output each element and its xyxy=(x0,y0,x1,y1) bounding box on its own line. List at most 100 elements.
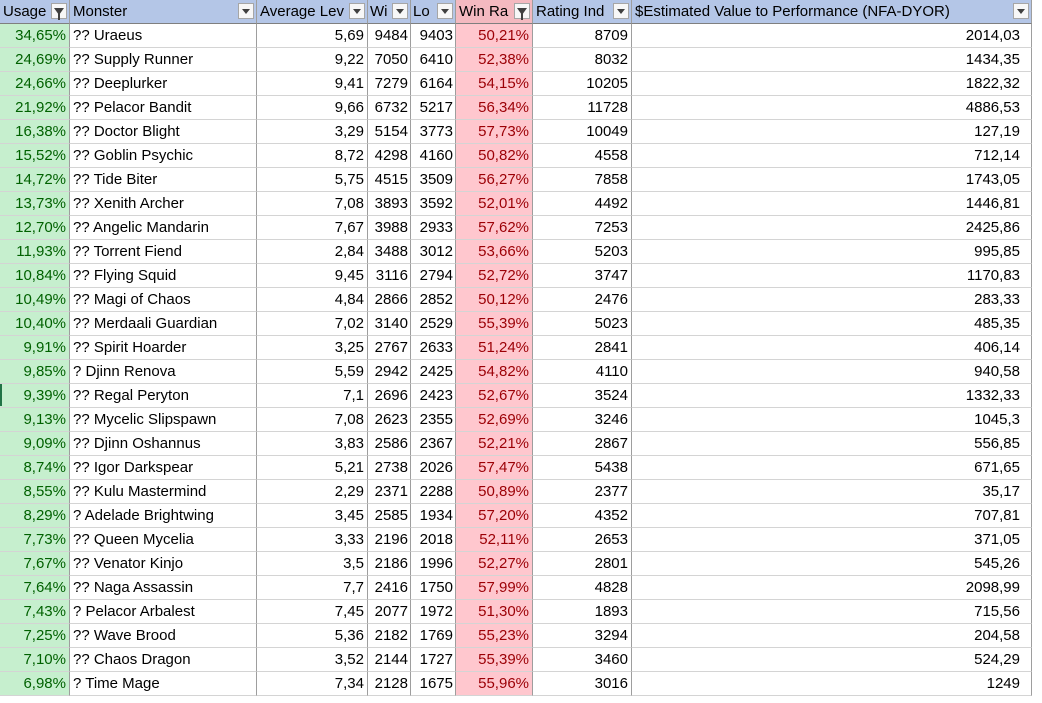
cell-monster[interactable]: ?? Xenith Archer xyxy=(70,192,257,216)
cell-win-rate[interactable]: 51,24% xyxy=(456,336,533,360)
cell-monster[interactable]: ? Time Mage xyxy=(70,672,257,696)
dropdown-arrow-icon[interactable] xyxy=(238,3,254,19)
cell-estimated-value[interactable]: 1743,05 xyxy=(632,168,1032,192)
cell-rating-index[interactable]: 2377 xyxy=(533,480,632,504)
cell-usage[interactable]: 10,49% xyxy=(0,288,70,312)
table-row[interactable]: 7,43%? Pelacor Arbalest 7,45 2077 1972 51,30… xyxy=(0,600,1042,624)
cell-estimated-value[interactable]: 671,65 xyxy=(632,456,1032,480)
header-usage[interactable]: Usage xyxy=(0,0,70,24)
cell-estimated-value[interactable]: 4886,53 xyxy=(632,96,1032,120)
cell-estimated-value[interactable]: 1332,33 xyxy=(632,384,1032,408)
cell-wins[interactable]: 2696 xyxy=(368,384,411,408)
cell-win-rate[interactable]: 50,82% xyxy=(456,144,533,168)
cell-estimated-value[interactable]: 283,33 xyxy=(632,288,1032,312)
cell-monster[interactable]: ?? Torrent Fiend xyxy=(70,240,257,264)
cell-losses[interactable]: 1996 xyxy=(411,552,456,576)
cell-win-rate[interactable]: 55,23% xyxy=(456,624,533,648)
header-rating-index[interactable]: Rating Ind xyxy=(533,0,632,24)
cell-average-level[interactable]: 9,41 xyxy=(257,72,368,96)
table-row[interactable]: 7,67%?? Venator Kinjo 3,5 2186 1996 52,27% 28… xyxy=(0,552,1042,576)
cell-losses[interactable]: 3773 xyxy=(411,120,456,144)
cell-losses[interactable]: 2355 xyxy=(411,408,456,432)
cell-average-level[interactable]: 9,66 xyxy=(257,96,368,120)
cell-usage[interactable]: 10,40% xyxy=(0,312,70,336)
cell-usage[interactable]: 8,74% xyxy=(0,456,70,480)
cell-losses[interactable]: 1934 xyxy=(411,504,456,528)
cell-average-level[interactable]: 7,7 xyxy=(257,576,368,600)
cell-monster[interactable]: ?? Chaos Dragon xyxy=(70,648,257,672)
cell-average-level[interactable]: 7,08 xyxy=(257,192,368,216)
cell-win-rate[interactable]: 52,21% xyxy=(456,432,533,456)
cell-estimated-value[interactable]: 1822,32 xyxy=(632,72,1032,96)
cell-win-rate[interactable]: 50,89% xyxy=(456,480,533,504)
cell-estimated-value[interactable]: 2425,86 xyxy=(632,216,1032,240)
table-row[interactable]: 21,92%?? Pelacor Bandit 9,66 6732 5217 56,34… xyxy=(0,96,1042,120)
cell-usage[interactable]: 24,66% xyxy=(0,72,70,96)
cell-rating-index[interactable]: 3524 xyxy=(533,384,632,408)
table-row[interactable]: 8,55%?? Kulu Mastermind 2,29 2371 2288 50,89… xyxy=(0,480,1042,504)
dropdown-arrow-icon[interactable] xyxy=(1013,3,1029,19)
cell-monster[interactable]: ?? Naga Assassin xyxy=(70,576,257,600)
cell-win-rate[interactable]: 55,96% xyxy=(456,672,533,696)
cell-losses[interactable]: 2529 xyxy=(411,312,456,336)
dropdown-arrow-icon[interactable] xyxy=(437,3,453,19)
cell-average-level[interactable]: 7,34 xyxy=(257,672,368,696)
table-row[interactable]: 16,38%?? Doctor Blight 3,29 5154 3773 57,73%… xyxy=(0,120,1042,144)
cell-monster[interactable]: ?? Wave Brood xyxy=(70,624,257,648)
cell-monster[interactable]: ?? Merdaali Guardian xyxy=(70,312,257,336)
cell-wins[interactable]: 2077 xyxy=(368,600,411,624)
cell-average-level[interactable]: 5,69 xyxy=(257,24,368,48)
cell-average-level[interactable]: 5,36 xyxy=(257,624,368,648)
cell-losses[interactable]: 2633 xyxy=(411,336,456,360)
cell-losses[interactable]: 9403 xyxy=(411,24,456,48)
cell-usage[interactable]: 9,09% xyxy=(0,432,70,456)
cell-usage[interactable]: 8,55% xyxy=(0,480,70,504)
cell-losses[interactable]: 2288 xyxy=(411,480,456,504)
cell-wins[interactable]: 4298 xyxy=(368,144,411,168)
cell-usage[interactable]: 8,29% xyxy=(0,504,70,528)
dropdown-arrow-icon[interactable] xyxy=(349,3,365,19)
cell-usage[interactable]: 12,70% xyxy=(0,216,70,240)
cell-monster[interactable]: ?? Venator Kinjo xyxy=(70,552,257,576)
cell-rating-index[interactable]: 4110 xyxy=(533,360,632,384)
cell-win-rate[interactable]: 52,69% xyxy=(456,408,533,432)
cell-average-level[interactable]: 7,08 xyxy=(257,408,368,432)
cell-rating-index[interactable]: 2801 xyxy=(533,552,632,576)
cell-win-rate[interactable]: 55,39% xyxy=(456,312,533,336)
cell-average-level[interactable]: 3,5 xyxy=(257,552,368,576)
cell-estimated-value[interactable]: 556,85 xyxy=(632,432,1032,456)
cell-rating-index[interactable]: 3016 xyxy=(533,672,632,696)
header-losses[interactable]: Lo xyxy=(411,0,456,24)
cell-losses[interactable]: 1675 xyxy=(411,672,456,696)
cell-monster[interactable]: ?? Uraeus xyxy=(70,24,257,48)
cell-usage[interactable]: 15,52% xyxy=(0,144,70,168)
cell-average-level[interactable]: 5,59 xyxy=(257,360,368,384)
cell-average-level[interactable]: 3,25 xyxy=(257,336,368,360)
cell-rating-index[interactable]: 4352 xyxy=(533,504,632,528)
cell-monster[interactable]: ?? Supply Runner xyxy=(70,48,257,72)
cell-rating-index[interactable]: 5438 xyxy=(533,456,632,480)
cell-losses[interactable]: 3012 xyxy=(411,240,456,264)
cell-average-level[interactable]: 8,72 xyxy=(257,144,368,168)
cell-losses[interactable]: 1750 xyxy=(411,576,456,600)
cell-wins[interactable]: 2738 xyxy=(368,456,411,480)
table-row[interactable]: 6,98%? Time Mage 7,34 2128 1675 55,96% 3016 12… xyxy=(0,672,1042,696)
cell-monster[interactable]: ?? Djinn Oshannus xyxy=(70,432,257,456)
cell-wins[interactable]: 9484 xyxy=(368,24,411,48)
cell-average-level[interactable]: 3,29 xyxy=(257,120,368,144)
cell-usage[interactable]: 7,73% xyxy=(0,528,70,552)
cell-usage[interactable]: 9,85% xyxy=(0,360,70,384)
cell-usage[interactable]: 34,65% xyxy=(0,24,70,48)
cell-rating-index[interactable]: 11728 xyxy=(533,96,632,120)
table-row[interactable]: 7,73%?? Queen Mycelia 3,33 2196 2018 52,11% 2… xyxy=(0,528,1042,552)
cell-wins[interactable]: 2942 xyxy=(368,360,411,384)
cell-estimated-value[interactable]: 35,17 xyxy=(632,480,1032,504)
cell-usage[interactable]: 10,84% xyxy=(0,264,70,288)
cell-usage[interactable]: 6,98% xyxy=(0,672,70,696)
cell-win-rate[interactable]: 50,21% xyxy=(456,24,533,48)
header-monster[interactable]: Monster xyxy=(70,0,257,24)
table-row[interactable]: 15,52%?? Goblin Psychic 8,72 4298 4160 50,82… xyxy=(0,144,1042,168)
cell-rating-index[interactable]: 8032 xyxy=(533,48,632,72)
cell-win-rate[interactable]: 56,34% xyxy=(456,96,533,120)
cell-win-rate[interactable]: 57,20% xyxy=(456,504,533,528)
